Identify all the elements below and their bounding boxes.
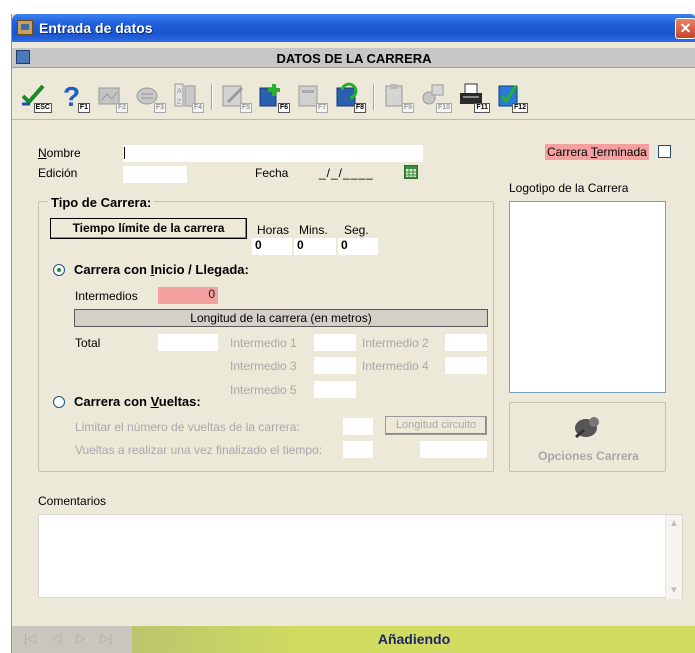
opciones-carrera-button[interactable]: Opciones Carrera: [509, 402, 666, 472]
mins-field[interactable]: 0: [294, 238, 336, 255]
mins-label: Mins.: [299, 223, 328, 237]
calendar-icon[interactable]: [404, 165, 418, 179]
seg-field[interactable]: 0: [338, 238, 378, 255]
svg-text:Z: Z: [177, 99, 182, 106]
total-field[interactable]: [158, 334, 218, 351]
edicion-label: Edición: [38, 166, 78, 180]
longitud-circuito-button[interactable]: Longitud circuito: [385, 416, 487, 435]
section-header: DATOS DE LA CARRERA: [12, 48, 695, 68]
svg-text:A: A: [177, 88, 182, 95]
opciones-carrera-label: Opciones Carrera: [538, 449, 639, 463]
esc-button[interactable]: ESC: [18, 80, 52, 113]
horas-label: Horas: [257, 223, 290, 237]
options-icon: [575, 417, 599, 439]
key-label: F10: [435, 103, 452, 113]
vueltas-realizar-field[interactable]: [343, 441, 373, 458]
vueltas-label: Carrera con Vueltas:: [74, 394, 201, 409]
intermedio1-label: Intermedio 1: [230, 336, 297, 350]
vueltas-radio[interactable]: [53, 396, 65, 408]
vueltas-realizar-label: Vueltas a realizar una vez finalizado el…: [75, 443, 323, 457]
longitud-carrera-header: Longitud de la carrera (en metros): [74, 309, 488, 327]
fecha-field[interactable]: _/_/____: [319, 166, 374, 180]
first-record-icon[interactable]: |◁: [24, 631, 36, 645]
nombre-label: Nombre: [38, 146, 81, 160]
mode-status: Añadiendo: [377, 631, 451, 647]
intermedio2-field[interactable]: [445, 334, 487, 351]
key-label: F7: [315, 103, 328, 113]
key-label: F3: [153, 103, 166, 113]
scroll-up-icon[interactable]: ▲: [669, 518, 679, 529]
intermedio3-field[interactable]: [314, 357, 356, 374]
longitud-circuito-field[interactable]: [420, 441, 487, 458]
f12-button[interactable]: F12: [494, 80, 528, 113]
intermedio5-label: Intermedio 5: [230, 383, 297, 397]
intermedio5-field[interactable]: [314, 381, 356, 398]
navigation-panel: |◁ ◁ ▷ ▷|: [12, 626, 132, 653]
key-label: ESC: [33, 103, 52, 113]
intermedio4-label: Intermedio 4: [362, 359, 429, 373]
main-window: Entrada de datos ✕ DATOS DE LA CARRERA E…: [11, 14, 695, 653]
limitar-vueltas-field[interactable]: [343, 418, 373, 435]
section-title: DATOS DE LA CARRERA: [276, 51, 432, 66]
limitar-vueltas-label: Limitar el número de vueltas de la carre…: [75, 420, 300, 434]
tipo-carrera-title: Tipo de Carrera:: [48, 195, 155, 210]
f9-button[interactable]: F9: [380, 80, 414, 113]
logo-image-box[interactable]: [509, 201, 666, 393]
toolbar: ESC ? F1 F2 F3 AZ F4 F5 F6 F7 F8 F9 F10 …: [12, 70, 695, 120]
key-label: F2: [115, 103, 128, 113]
intermedios-field[interactable]: 0: [158, 287, 218, 304]
key-label: F6: [277, 103, 290, 113]
inicio-llegada-radio[interactable]: [53, 264, 65, 276]
f10-button[interactable]: F10: [418, 80, 452, 113]
f7-button[interactable]: F7: [294, 80, 328, 113]
key-label: F1: [77, 103, 90, 113]
intermedio2-label: Intermedio 2: [362, 336, 429, 350]
carrera-terminada-label: Carrera Terminada: [545, 144, 649, 160]
toolbar-separator: [373, 84, 375, 110]
window-title: Entrada de datos: [39, 20, 153, 36]
last-record-icon[interactable]: ▷|: [100, 631, 112, 645]
previous-record-icon[interactable]: ◁: [52, 631, 61, 645]
key-label: F9: [401, 103, 414, 113]
comentarios-textarea[interactable]: ▲ ▼: [38, 514, 683, 599]
help-button[interactable]: ? F1: [56, 80, 90, 113]
next-record-icon[interactable]: ▷: [76, 631, 85, 645]
intermedio1-field[interactable]: [314, 334, 356, 351]
mode-panel: Añadiendo: [132, 626, 695, 653]
f4-button[interactable]: AZ F4: [170, 80, 204, 113]
key-label: F5: [239, 103, 252, 113]
total-label: Total: [75, 336, 101, 350]
f2-button[interactable]: F2: [94, 80, 128, 113]
key-label: F8: [353, 103, 366, 113]
intermedio4-field[interactable]: [445, 357, 487, 374]
app-icon: [17, 20, 33, 35]
key-label: F12: [511, 103, 528, 113]
intermedios-label: Intermedios: [75, 289, 138, 303]
text-cursor: [124, 147, 125, 159]
key-label: F4: [191, 103, 204, 113]
logo-label: Logotipo de la Carrera: [509, 181, 629, 195]
scroll-down-icon[interactable]: ▼: [669, 585, 679, 596]
seg-label: Seg.: [344, 223, 369, 237]
inicio-llegada-label: Carrera con Inicio / Llegada:: [74, 262, 249, 277]
comentarios-label: Comentarios: [38, 494, 107, 508]
status-bar: |◁ ◁ ▷ ▷| Añadiendo: [12, 626, 695, 653]
print-button[interactable]: F11: [456, 80, 490, 113]
f3-button[interactable]: F3: [132, 80, 166, 113]
fecha-label: Fecha: [255, 166, 289, 180]
intermedio3-label: Intermedio 3: [230, 359, 297, 373]
f8-button[interactable]: F8: [332, 80, 366, 113]
toolbar-separator: [211, 84, 213, 110]
add-record-button[interactable]: F6: [256, 80, 290, 113]
horas-field[interactable]: 0: [252, 238, 292, 255]
comentarios-scrollbar[interactable]: ▲ ▼: [665, 515, 682, 599]
title-bar: Entrada de datos ✕: [12, 14, 695, 42]
nombre-field[interactable]: [123, 145, 423, 162]
carrera-terminada-checkbox[interactable]: [658, 145, 671, 158]
close-button[interactable]: ✕: [675, 18, 695, 39]
edicion-field[interactable]: [123, 166, 187, 183]
tiempo-limite-button[interactable]: Tiempo límite de la carrera: [50, 218, 247, 239]
key-label: F11: [474, 103, 490, 113]
f5-button[interactable]: F5: [218, 80, 252, 113]
